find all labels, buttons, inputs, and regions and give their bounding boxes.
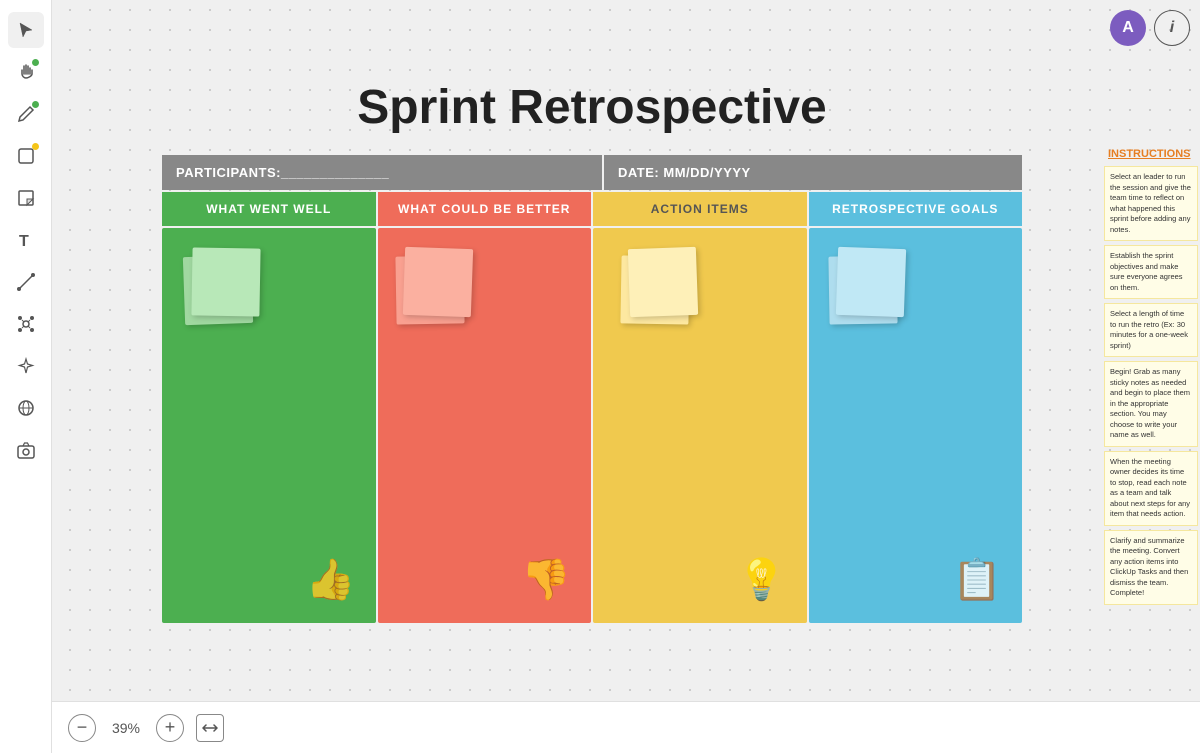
hand-dot [32, 59, 39, 66]
instruction-step-2: Establish the sprint objectives and make… [1104, 245, 1198, 299]
component-tool[interactable] [8, 306, 44, 342]
avatar[interactable]: A [1110, 10, 1146, 46]
instruction-step-5: When the meeting owner decides its time … [1104, 451, 1198, 526]
lightbulb-icon: 💡 [737, 556, 787, 603]
instruction-step-3: Select a length of time to run the retro… [1104, 303, 1198, 357]
col-header-retro-goals: RETROSPECTIVE GOALS [809, 192, 1023, 226]
col-body-could-be-better: 👎 [378, 228, 592, 623]
col-body-retro-goals: 📋 [809, 228, 1023, 623]
col-body-action-items: 💡 [593, 228, 807, 623]
columns-header: WHAT WENT WELL WHAT COULD BE BETTER ACTI… [162, 192, 1022, 226]
sticky-tool[interactable] [8, 180, 44, 216]
col-header-went-well: WHAT WENT WELL [162, 192, 376, 226]
board-title: Sprint Retrospective [162, 80, 1022, 135]
ai-tool[interactable] [8, 348, 44, 384]
board-container: Sprint Retrospective PARTICIPANTS:______… [162, 80, 1022, 623]
instruction-step-6: Clarify and summarize the meeting. Conve… [1104, 530, 1198, 605]
shape-dot [32, 143, 39, 150]
thumbs-up-icon: 👍 [306, 556, 356, 603]
sticky-note[interactable] [191, 247, 260, 316]
camera-tool[interactable] [8, 432, 44, 468]
columns-body: 👍 👎 💡 📋 [162, 228, 1022, 623]
instruction-step-1: Select an leader to run the session and … [1104, 166, 1198, 241]
pen-tool[interactable] [8, 96, 44, 132]
instruction-step-4: Begin! Grab as many sticky notes as need… [1104, 361, 1198, 447]
zoom-increase-button[interactable]: + [156, 714, 184, 742]
info-button[interactable]: i [1154, 10, 1190, 46]
fit-button[interactable] [196, 714, 224, 742]
pen-dot [32, 101, 39, 108]
text-tool[interactable]: T [8, 222, 44, 258]
participants-bar: PARTICIPANTS:______________ [162, 155, 602, 190]
zoom-decrease-button[interactable]: − [68, 714, 96, 742]
zoom-level: 39% [108, 720, 144, 736]
col-header-could-be-better: WHAT COULD BE BETTER [378, 192, 592, 226]
col-header-action-items: ACTION ITEMS [593, 192, 807, 226]
svg-text:T: T [19, 233, 29, 249]
thumbs-down-icon: 👎 [521, 556, 571, 603]
col-body-went-well: 👍 [162, 228, 376, 623]
globe-tool[interactable] [8, 390, 44, 426]
top-right-controls: A i [1110, 10, 1190, 46]
canvas-area: Sprint Retrospective PARTICIPANTS:______… [52, 0, 1200, 753]
sticky-note[interactable] [402, 247, 472, 317]
sticky-note[interactable] [835, 247, 905, 317]
hand-tool[interactable] [8, 54, 44, 90]
sticky-note[interactable] [628, 247, 698, 317]
cursor-tool[interactable] [8, 12, 44, 48]
shape-tool[interactable] [8, 138, 44, 174]
clipboard-icon: 📋 [952, 556, 1002, 603]
left-toolbar: T [0, 0, 52, 753]
line-tool[interactable] [8, 264, 44, 300]
instructions-title: INSTRUCTIONS [1104, 148, 1198, 160]
board-header-row: PARTICIPANTS:______________ DATE: MM/DD/… [162, 155, 1022, 190]
instructions-panel: INSTRUCTIONS Select an leader to run the… [1104, 148, 1198, 609]
bottom-bar: − 39% + [52, 701, 1200, 753]
date-bar: DATE: MM/DD/YYYY [602, 155, 1022, 190]
